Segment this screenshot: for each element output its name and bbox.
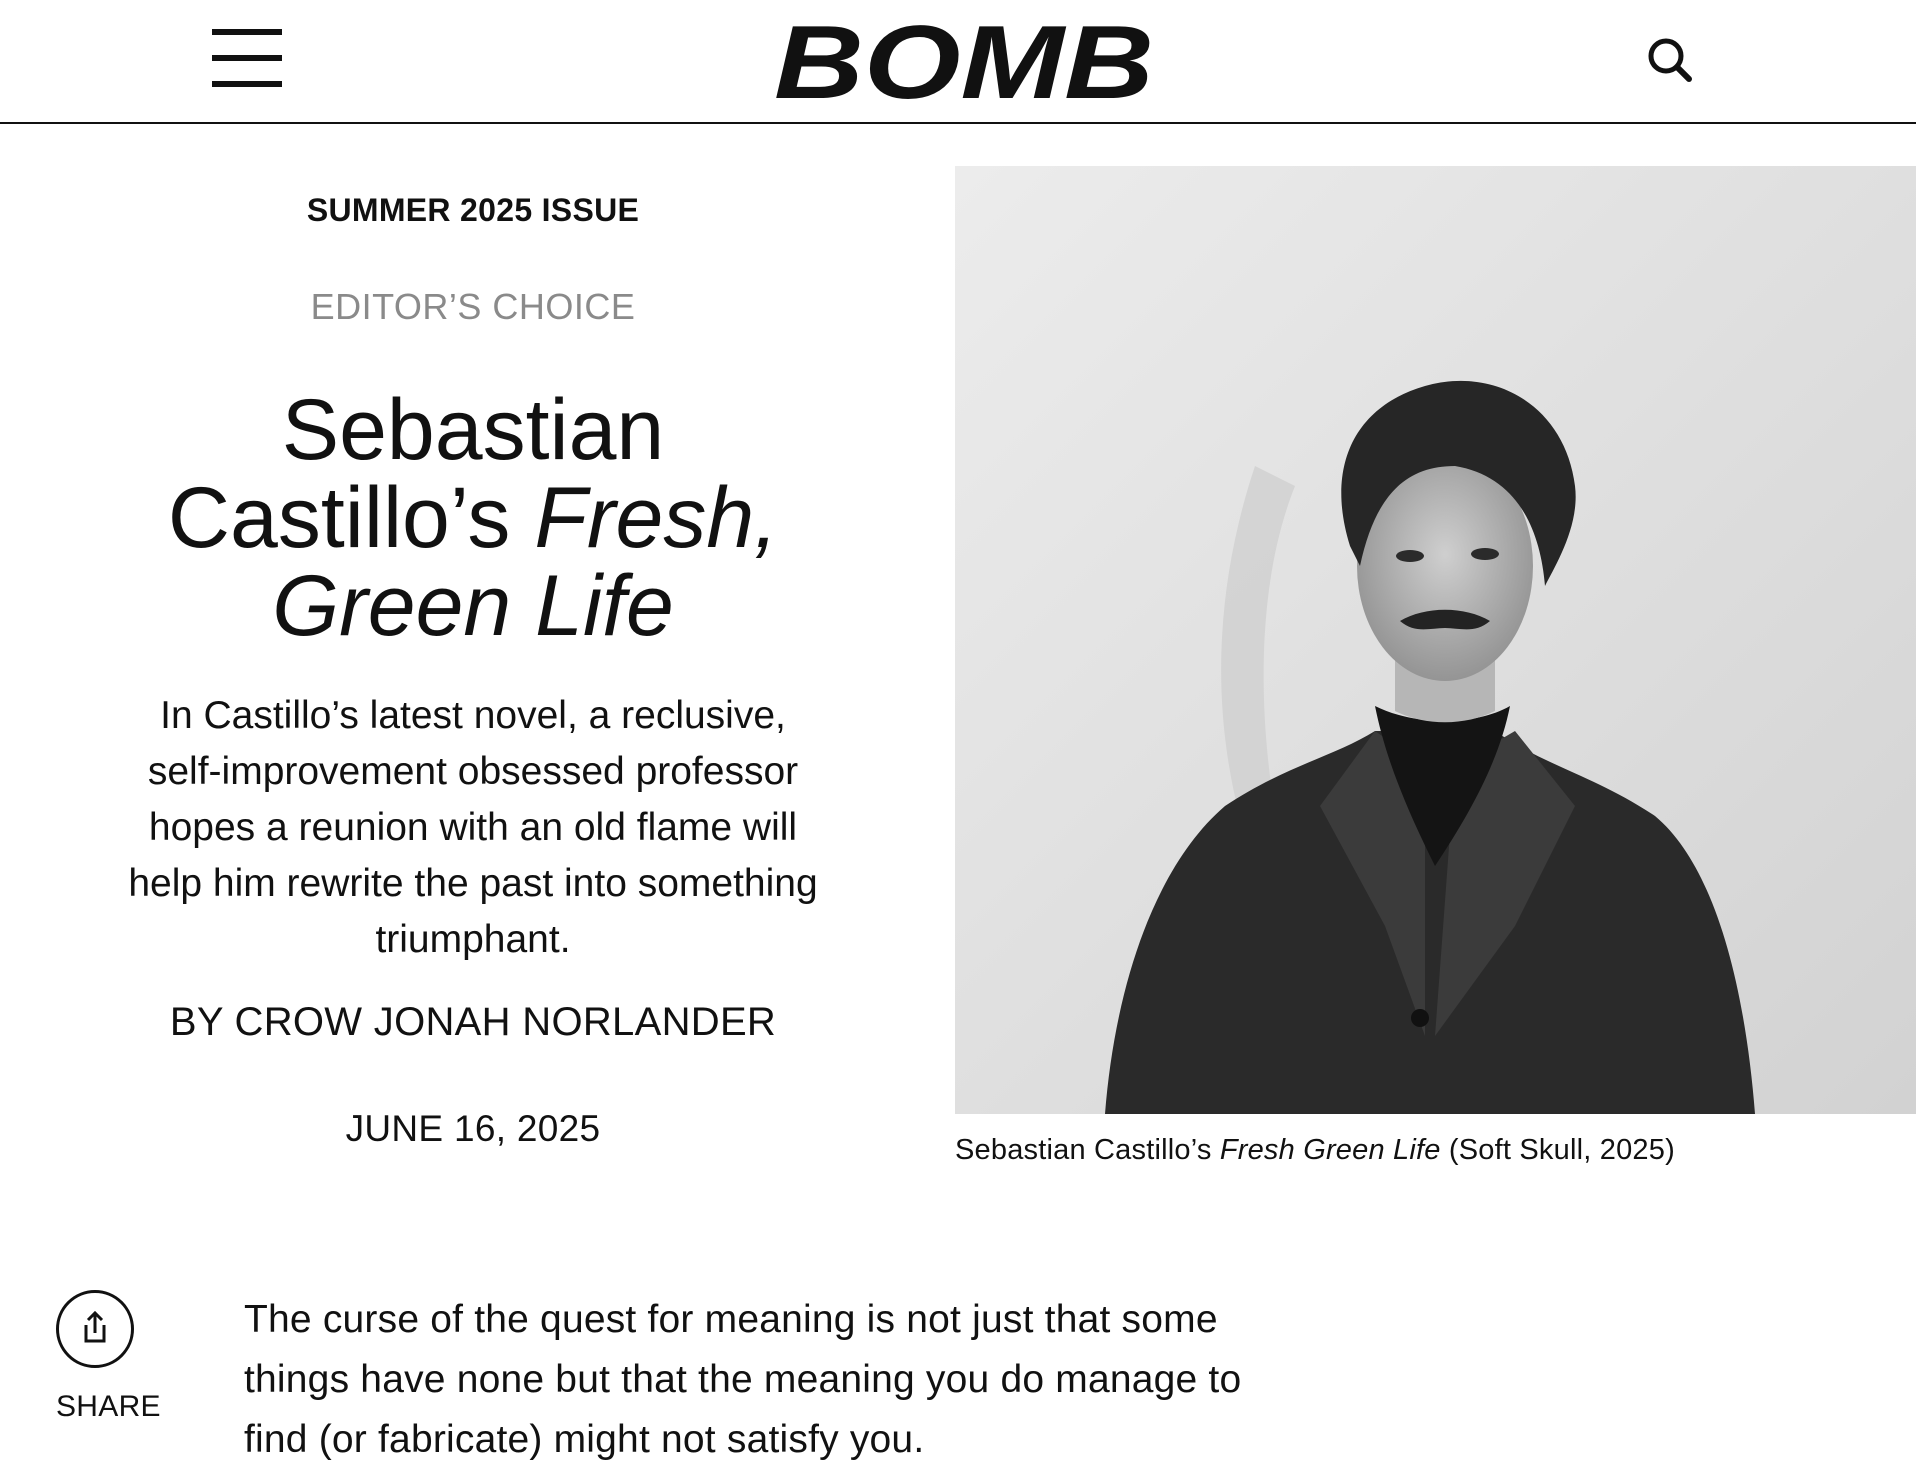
search-icon[interactable] [1644,34,1696,86]
article-body-paragraph: The curse of the quest for meaning is no… [244,1298,1242,1461]
bomb-logo[interactable]: BOMB [770,5,1160,121]
category-label[interactable]: EDITOR’S CHOICE [110,286,836,328]
share-icon [56,1290,134,1368]
share-button[interactable]: SHARE [54,1290,161,1430]
caption-text: Sebastian Castillo’s [955,1134,1220,1166]
byline[interactable]: BY CROW JONAH NORLANDER [110,1000,836,1045]
author-photo [955,166,1916,1114]
site-header: BOMB [0,0,1916,124]
hamburger-menu-icon[interactable] [212,22,284,94]
article-dek: In Castillo’s latest novel, a reclusive,… [128,694,818,961]
share-label: SHARE [56,1390,161,1423]
publish-date: JUNE 16, 2025 [345,1108,601,1149]
logo-text: BOMB [774,6,1154,116]
photo-caption: Sebastian Castillo’s Fresh Green Life (S… [955,1134,1916,1167]
menu-bar [212,55,282,61]
issue-link[interactable]: SUMMER 2025 ISSUE [110,192,836,229]
menu-bar [212,81,282,87]
menu-bar [212,29,282,35]
page-title: Sebastian Castillo’s Fresh, Green Life [110,386,836,650]
caption-publisher: (Soft Skull, 2025) [1440,1134,1675,1166]
caption-book-title: Fresh Green Life [1219,1134,1441,1166]
